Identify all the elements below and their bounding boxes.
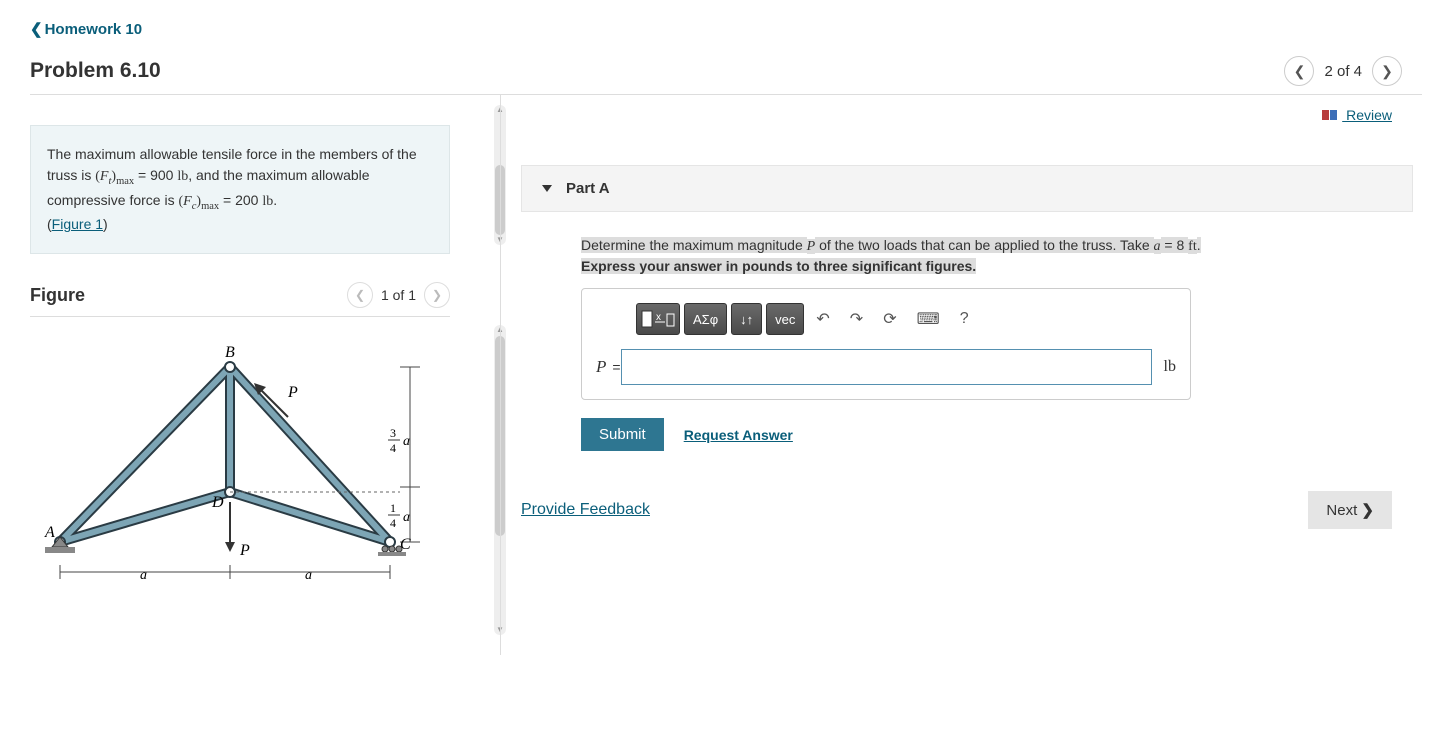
next-problem-button[interactable]: ❯ bbox=[1372, 56, 1402, 86]
svg-text:1: 1 bbox=[390, 501, 396, 515]
undo-button[interactable]: ↶ bbox=[808, 304, 837, 334]
submit-button[interactable]: Submit bbox=[581, 418, 664, 451]
chevron-left-icon: ❮ bbox=[30, 21, 43, 38]
svg-text:a: a bbox=[403, 434, 410, 449]
greek-button[interactable]: ΑΣφ bbox=[684, 303, 727, 335]
svg-text:a: a bbox=[305, 568, 312, 583]
problem-description-box: The maximum allowable tensile force in t… bbox=[30, 125, 450, 254]
redo-button[interactable]: ↷ bbox=[842, 304, 871, 334]
svg-text:P: P bbox=[239, 542, 250, 559]
answer-variable: P bbox=[596, 357, 606, 377]
problem-nav: ❮ 2 of 4 ❯ bbox=[1284, 56, 1402, 86]
figure-prev-button: ❮ bbox=[347, 282, 373, 308]
figure-label: Figure bbox=[30, 285, 85, 306]
svg-text:P: P bbox=[287, 384, 298, 401]
reset-button[interactable]: ⟳ bbox=[875, 304, 904, 334]
answer-box: x ΑΣφ ↓↑ vec ↶ ↷ ⟳ ⌨ ? P = bbox=[581, 288, 1191, 400]
part-header[interactable]: Part A bbox=[521, 165, 1413, 212]
next-button[interactable]: Next ❯ bbox=[1308, 491, 1392, 529]
review-link[interactable]: Review bbox=[1322, 107, 1392, 124]
caret-down-icon bbox=[542, 185, 552, 192]
help-button[interactable]: ? bbox=[952, 304, 977, 334]
problem-title: Problem 6.10 bbox=[30, 59, 161, 83]
figure-position: 1 of 1 bbox=[381, 287, 416, 303]
svg-text:C: C bbox=[400, 536, 411, 553]
breadcrumb-link[interactable]: ❮Homework 10 bbox=[30, 20, 1422, 38]
problem-position: 2 of 4 bbox=[1324, 63, 1362, 80]
answer-unit: lb bbox=[1164, 358, 1176, 376]
answer-instruction: Express your answer in pounds to three s… bbox=[581, 258, 976, 274]
answer-equals: = bbox=[612, 359, 620, 375]
svg-text:A: A bbox=[44, 524, 55, 541]
svg-text:D: D bbox=[211, 494, 224, 511]
subscript-button[interactable]: ↓↑ bbox=[731, 303, 762, 335]
book-icon bbox=[1322, 108, 1338, 124]
answer-input[interactable] bbox=[621, 349, 1152, 385]
figure-next-button: ❯ bbox=[424, 282, 450, 308]
svg-text:B: B bbox=[225, 344, 235, 361]
equation-toolbar: x ΑΣφ ↓↑ vec ↶ ↷ ⟳ ⌨ ? bbox=[636, 303, 1176, 335]
part-label: Part A bbox=[566, 180, 610, 197]
svg-text:a: a bbox=[140, 568, 147, 583]
request-answer-link[interactable]: Request Answer bbox=[684, 427, 793, 443]
question-text: Determine the maximum magnitude P of the… bbox=[581, 236, 1341, 276]
breadcrumb-text: Homework 10 bbox=[45, 21, 143, 38]
provide-feedback-link[interactable]: Provide Feedback bbox=[521, 501, 650, 519]
prev-problem-button[interactable]: ❮ bbox=[1284, 56, 1314, 86]
figure-link[interactable]: Figure 1 bbox=[52, 216, 103, 232]
review-label: Review bbox=[1342, 107, 1392, 123]
templates-button[interactable]: x bbox=[636, 303, 680, 335]
svg-text:4: 4 bbox=[390, 516, 396, 530]
svg-text:x: x bbox=[656, 312, 661, 323]
next-label: Next bbox=[1326, 502, 1357, 519]
keyboard-button[interactable]: ⌨ bbox=[909, 304, 948, 334]
vector-button[interactable]: vec bbox=[766, 303, 804, 335]
svg-text:a: a bbox=[403, 510, 410, 525]
svg-text:3: 3 bbox=[390, 426, 396, 440]
truss-figure: A B C D P P a a 3 4 a 1 4 bbox=[30, 337, 430, 597]
svg-text:4: 4 bbox=[390, 441, 396, 455]
